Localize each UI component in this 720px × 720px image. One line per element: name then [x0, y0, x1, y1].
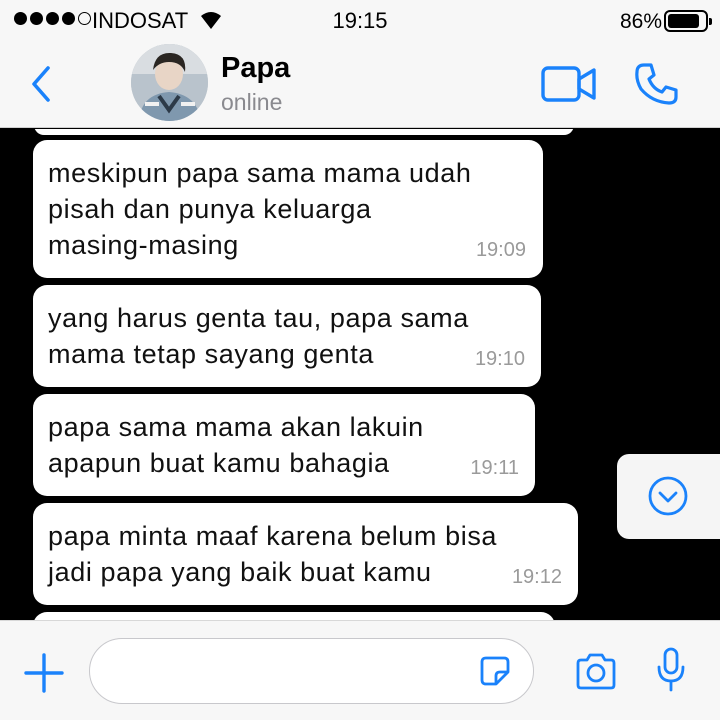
chat-header: Papa online — [0, 44, 720, 128]
contact-name[interactable]: Papa — [221, 52, 290, 85]
message-input-bar — [0, 620, 720, 720]
message-time: 19:10 — [474, 348, 525, 370]
chat-messages[interactable]: meskipun papa sama mama udah pisah dan p… — [0, 129, 720, 620]
message-text: papa sama mama akan lakuin apapun buat k… — [48, 412, 424, 478]
message-time: 19:09 — [475, 239, 526, 261]
message-bubble[interactable]: yang harus genta tau, papa sama mama tet… — [33, 285, 541, 387]
scroll-down-button[interactable] — [617, 454, 720, 539]
chevron-left-icon — [32, 66, 50, 102]
sticker-button[interactable] — [479, 655, 511, 692]
battery-percentage: 86% — [619, 10, 662, 33]
message-input[interactable] — [89, 638, 534, 704]
video-call-button[interactable] — [540, 64, 598, 109]
chevron-down-circle-icon — [648, 476, 688, 516]
contact-status: online — [221, 89, 283, 115]
back-button[interactable] — [26, 62, 58, 106]
camera-icon — [576, 653, 616, 690]
message-text: yang harus genta tau, papa sama mama tet… — [48, 303, 469, 369]
status-clock: 19:15 — [332, 8, 388, 33]
camera-button[interactable] — [574, 653, 618, 696]
message-bubble[interactable]: meskipun papa sama mama udah pisah dan p… — [33, 140, 543, 278]
status-bar: INDOSAT 19:15 86% — [0, 0, 720, 44]
sticker-icon — [480, 656, 510, 686]
message-text: papa minta maaf karena belum bisa jadi p… — [48, 521, 498, 587]
avatar[interactable] — [131, 44, 208, 121]
message-text: meskipun papa sama mama udah pisah dan p… — [48, 158, 472, 260]
message-bubble-partial[interactable] — [34, 129, 574, 135]
plus-icon — [24, 653, 64, 693]
message-time: 19:12 — [511, 566, 562, 588]
microphone-icon — [657, 647, 685, 692]
message-bubble[interactable]: papa minta maaf karena belum bisa jadi p… — [33, 503, 578, 605]
message-bubble-partial[interactable] — [33, 612, 555, 620]
battery-icon — [664, 10, 712, 32]
attach-button[interactable] — [24, 653, 64, 698]
voice-call-button[interactable] — [632, 60, 680, 113]
message-time: 19:11 — [470, 457, 519, 479]
video-camera-icon — [541, 66, 596, 102]
message-bubble[interactable]: papa sama mama akan lakuin apapun buat k… — [33, 394, 535, 496]
microphone-button[interactable] — [656, 647, 686, 698]
phone-icon — [635, 63, 678, 105]
